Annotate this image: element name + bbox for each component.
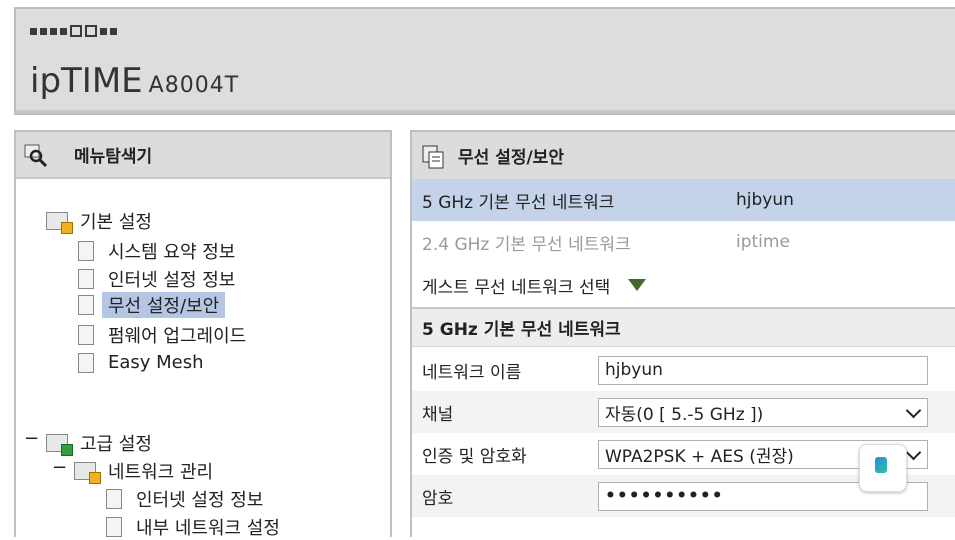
field-label: 암호 bbox=[422, 488, 454, 509]
field-value: 자동(0 [ 5.-5 GHz ]) bbox=[605, 404, 764, 425]
tree-label: 인터넷 설정 정보 bbox=[136, 490, 264, 511]
tree-basic-settings[interactable]: 기본 설정 bbox=[46, 208, 152, 234]
folder-icon bbox=[46, 434, 73, 456]
channel-select[interactable]: 자동(0 [ 5.-5 GHz ]) bbox=[598, 397, 928, 427]
field-label: 채널 bbox=[422, 404, 454, 425]
triangle-down-icon[interactable] bbox=[628, 279, 647, 291]
floating-app-icon[interactable] bbox=[859, 444, 907, 492]
brand-logo: ipTIME A8004T bbox=[30, 61, 239, 101]
page-icon bbox=[422, 145, 444, 168]
field-value: hjbyun bbox=[605, 360, 663, 380]
tree-label: 시스템 요약 정보 bbox=[108, 242, 236, 263]
network-label: 5 GHz 기본 무선 네트워크 bbox=[422, 192, 615, 213]
brand-name: ipTIME bbox=[30, 61, 143, 101]
page-icon bbox=[106, 517, 122, 537]
tree-item-system-summary[interactable]: 시스템 요약 정보 bbox=[78, 238, 235, 264]
channel-row: 채널 자동(0 [ 5.-5 GHz ]) bbox=[412, 391, 955, 433]
tree-item-internet-info[interactable]: 인터넷 설정 정보 bbox=[78, 266, 235, 292]
tree-label-selected: 무선 설정/보안 bbox=[102, 292, 226, 318]
tree-label: 인터넷 설정 정보 bbox=[108, 270, 236, 291]
field-label: 인증 및 암호화 bbox=[422, 446, 527, 467]
monitor-icon bbox=[78, 269, 94, 289]
tree-label: 고급 설정 bbox=[80, 434, 152, 455]
chevron-down-icon bbox=[905, 444, 922, 460]
network-row-5ghz[interactable]: 5 GHz 기본 무선 네트워크 hjbyun bbox=[412, 179, 955, 221]
tree-label: Easy Mesh bbox=[108, 352, 204, 373]
field-label: 네트워크 이름 bbox=[422, 362, 522, 383]
network-ssid: hjbyun bbox=[736, 190, 794, 210]
network-name-input[interactable]: hjbyun bbox=[598, 355, 928, 385]
chart-icon bbox=[78, 241, 94, 261]
tree-item-internal-network[interactable]: 내부 네트워크 설정 bbox=[106, 514, 280, 540]
tree-item-wireless-security[interactable]: 무선 설정/보안 bbox=[78, 292, 226, 318]
collapse-icon[interactable]: − bbox=[24, 428, 39, 449]
network-folder-icon bbox=[74, 462, 101, 484]
content-header: 무선 설정/보안 bbox=[412, 132, 955, 181]
tree-label: 네트워크 관리 bbox=[108, 462, 214, 483]
wifi-icon bbox=[78, 352, 94, 373]
page-icon bbox=[106, 489, 122, 509]
network-label: 2.4 GHz 기본 무선 네트워크 bbox=[422, 234, 631, 255]
tree-item-adv-internet-info[interactable]: 인터넷 설정 정보 bbox=[106, 486, 263, 512]
guest-network-selector[interactable]: 게스트 무선 네트워크 선택 bbox=[412, 263, 955, 307]
menu-explorer: 메뉴탐색기 기본 설정 시스템 요약 정보 인터넷 설정 정보 무선 설정/보안… bbox=[14, 130, 392, 540]
brand-logo-grid bbox=[30, 25, 117, 37]
folder-icon bbox=[46, 212, 73, 234]
brand-model: A8004T bbox=[148, 73, 240, 98]
menu-explorer-title: 메뉴탐색기 bbox=[74, 147, 153, 167]
tree-label: 내부 네트워크 설정 bbox=[136, 518, 280, 539]
tree-advanced-settings[interactable]: 고급 설정 bbox=[46, 430, 152, 456]
network-row-24ghz[interactable]: 2.4 GHz 기본 무선 네트워크 iptime bbox=[412, 221, 955, 263]
upgrade-icon bbox=[78, 325, 94, 345]
guest-network-label: 게스트 무선 네트워크 선택 bbox=[422, 277, 611, 298]
tree-label: 기본 설정 bbox=[80, 212, 152, 233]
menu-explorer-header: 메뉴탐색기 bbox=[16, 132, 390, 179]
tree-label: 펌웨어 업그레이드 bbox=[108, 326, 247, 347]
magnifier-icon bbox=[24, 144, 48, 167]
network-name-row: 네트워크 이름 hjbyun bbox=[412, 349, 955, 391]
section-title: 5 GHz 기본 무선 네트워크 bbox=[412, 307, 955, 347]
chevron-down-icon bbox=[905, 402, 922, 418]
field-value: •••••••••• bbox=[605, 486, 724, 506]
app-header: ipTIME A8004T bbox=[14, 7, 955, 115]
wifi-icon bbox=[78, 295, 94, 315]
network-ssid: iptime bbox=[736, 232, 790, 252]
tree-item-easy-mesh[interactable]: Easy Mesh bbox=[78, 352, 204, 373]
content-title: 무선 설정/보안 bbox=[458, 148, 564, 168]
collapse-icon[interactable]: − bbox=[52, 457, 67, 478]
field-value: WPA2PSK + AES (권장) bbox=[605, 446, 794, 467]
tree-item-firmware-upgrade[interactable]: 펌웨어 업그레이드 bbox=[78, 322, 246, 348]
tree-network-management[interactable]: 네트워크 관리 bbox=[74, 458, 213, 484]
